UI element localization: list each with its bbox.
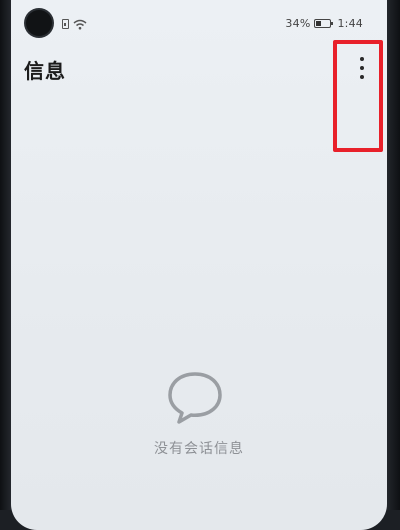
- battery-level-fill: [316, 20, 321, 26]
- phone-screen: 34% 1:44 信息 没有会话信息: [11, 0, 387, 530]
- page-title: 信息: [24, 59, 66, 83]
- status-bar-right: 34% 1:44: [285, 14, 363, 32]
- chat-bubble-icon: [168, 372, 222, 424]
- front-camera: [26, 10, 52, 36]
- status-bar-left: [62, 15, 87, 33]
- more-options-button[interactable]: [333, 40, 383, 152]
- wifi-icon: [73, 19, 87, 29]
- sim-card-icon: [62, 19, 69, 29]
- more-vertical-icon[interactable]: [360, 57, 364, 79]
- battery-percent: 34%: [285, 16, 311, 30]
- battery-icon: [314, 18, 334, 28]
- empty-state-message: 没有会话信息: [154, 441, 244, 457]
- status-time: 1:44: [337, 16, 363, 30]
